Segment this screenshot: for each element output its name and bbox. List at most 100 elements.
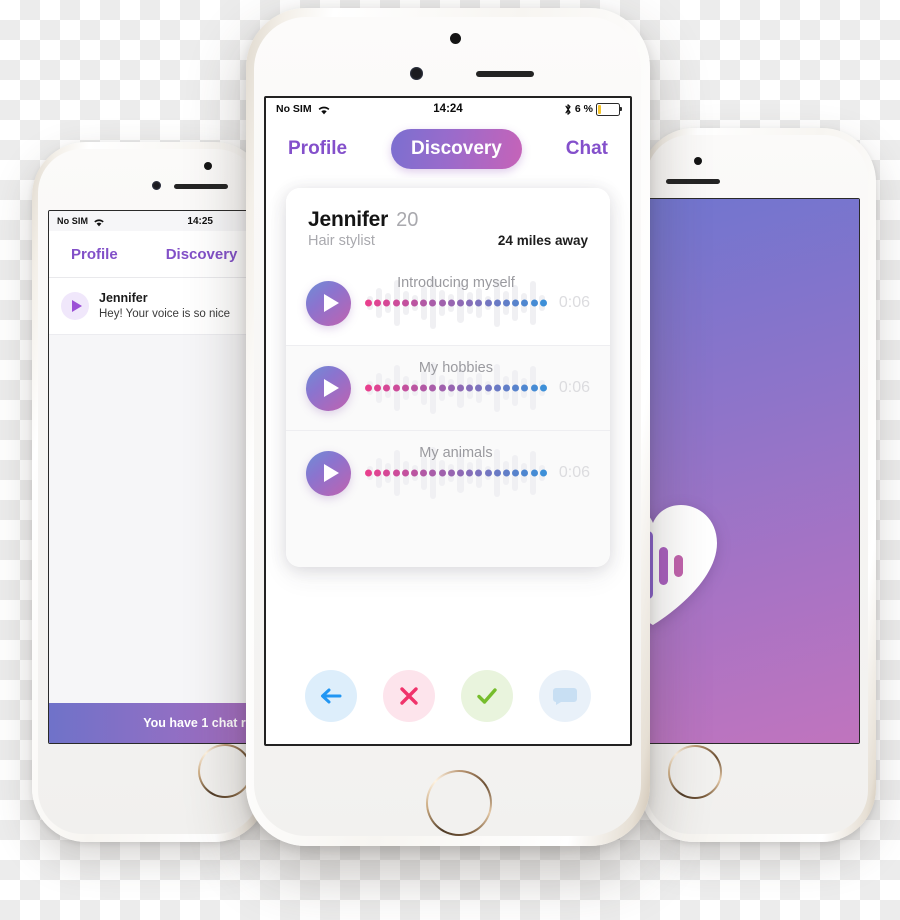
left-phone-home-button[interactable] <box>198 744 252 798</box>
right-phone-screen <box>640 198 860 744</box>
center-phone-speaker-grille <box>476 71 534 77</box>
audio-track-row[interactable]: My animals 0:06 <box>286 431 610 515</box>
reject-button[interactable] <box>383 670 435 722</box>
waveform-dot <box>512 469 520 477</box>
waveform-dot <box>447 384 455 392</box>
waveform-dot <box>493 299 501 307</box>
left-chat-message: Hey! Your voice is so nice <box>99 307 231 320</box>
left-tab-discovery[interactable]: Discovery <box>166 246 238 263</box>
waveform-dot <box>539 469 547 477</box>
waveform-3[interactable]: My animals <box>365 445 547 501</box>
waveform-dots <box>365 299 547 307</box>
card-footer-space <box>286 515 610 567</box>
waveform-dot <box>466 384 474 392</box>
center-phone-home-button[interactable] <box>426 770 492 836</box>
waveform-dot <box>521 384 529 392</box>
battery-percent-label: 6 % <box>574 103 593 115</box>
waveform-2[interactable]: My hobbies <box>365 360 547 416</box>
waveform-dot <box>530 469 538 477</box>
left-phone-camera-icon <box>152 181 161 190</box>
waveform-dot <box>401 299 409 307</box>
profile-age: 20 <box>396 209 419 231</box>
track-duration: 0:06 <box>558 379 590 396</box>
right-phone <box>640 128 876 842</box>
track-label: Introducing myself <box>397 275 515 291</box>
waveform-dots <box>365 469 547 477</box>
waveform-dot <box>457 299 465 307</box>
bluetooth-icon <box>564 103 572 116</box>
audio-track-row[interactable]: My hobbies 0:06 <box>286 346 610 430</box>
arrow-left-icon <box>319 686 343 706</box>
discovery-screen: No SIM 14:24 6 % Profile Discovery Chat … <box>266 98 630 744</box>
waveform-dot <box>447 299 455 307</box>
left-phone: No SIM 14:25 Profile Discovery Jennifer … <box>32 142 268 842</box>
left-tab-profile[interactable]: Profile <box>71 246 118 263</box>
waveform-dot <box>429 384 437 392</box>
left-chat-screen: No SIM 14:25 Profile Discovery Jennifer … <box>49 211 267 743</box>
waveform-dot <box>438 299 446 307</box>
tab-chat[interactable]: Chat <box>562 132 612 166</box>
waveform-dot <box>383 384 391 392</box>
waveform-dot <box>447 469 455 477</box>
waveform-dot <box>521 299 529 307</box>
waveform-dot <box>466 299 474 307</box>
like-button[interactable] <box>461 670 513 722</box>
tab-profile[interactable]: Profile <box>284 132 351 166</box>
center-status-bar: No SIM 14:24 6 % <box>266 98 630 120</box>
left-phone-proximity-sensor <box>204 162 212 170</box>
right-splash-background <box>641 199 859 743</box>
waveform-dot <box>484 299 492 307</box>
center-phone-proximity-sensor <box>450 33 461 44</box>
waveform-dot <box>503 299 511 307</box>
right-phone-home-button[interactable] <box>668 745 722 799</box>
close-x-icon <box>398 685 420 707</box>
tab-discovery[interactable]: Discovery <box>391 129 522 169</box>
left-chat-request-banner[interactable]: You have 1 chat re <box>49 703 267 743</box>
left-tab-bar: Profile Discovery <box>49 231 267 278</box>
right-phone-proximity-sensor <box>694 157 702 165</box>
action-button-bar <box>266 648 630 744</box>
waveform-dot <box>374 469 382 477</box>
discovery-content: Jennifer 20 Hair stylist 24 miles away I… <box>266 178 630 744</box>
audio-track-row[interactable]: Introducing myself 0:06 <box>286 261 610 345</box>
rewind-button[interactable] <box>305 670 357 722</box>
waveform-dot <box>493 469 501 477</box>
profile-name: Jennifer <box>308 208 389 231</box>
play-icon[interactable] <box>306 280 351 326</box>
waveform-dot <box>365 469 372 477</box>
waveform-dot <box>429 299 437 307</box>
center-status-right: 6 % <box>564 102 623 116</box>
message-button[interactable] <box>539 670 591 722</box>
waveform-dot <box>392 299 400 307</box>
waveform-1[interactable]: Introducing myself <box>365 275 547 331</box>
profile-occupation: Hair stylist <box>308 233 375 249</box>
play-icon[interactable] <box>306 450 351 496</box>
chat-bubble-icon <box>552 686 578 706</box>
play-icon[interactable] <box>61 292 89 321</box>
waveform-dot <box>411 469 419 477</box>
profile-card: Jennifer 20 Hair stylist 24 miles away I… <box>286 188 610 567</box>
waveform-dot <box>475 384 483 392</box>
profile-distance: 24 miles away <box>497 233 588 248</box>
check-icon <box>475 685 499 707</box>
scene: No SIM 14:25 Profile Discovery Jennifer … <box>0 0 900 920</box>
waveform-dot <box>457 469 465 477</box>
left-chat-list-item[interactable]: Jennifer Hey! Your voice is so nice <box>49 278 267 336</box>
waveform-dot <box>521 469 529 477</box>
waveform-dot <box>512 384 520 392</box>
waveform-dot <box>420 384 428 392</box>
track-label: My animals <box>419 445 493 461</box>
waveform-dots <box>365 384 547 392</box>
waveform-dot <box>475 299 483 307</box>
waveform-dot <box>401 469 409 477</box>
left-phone-speaker-grille <box>174 184 228 189</box>
waveform-dot <box>401 384 409 392</box>
center-tab-bar: Profile Discovery Chat <box>266 120 630 178</box>
left-phone-screen: No SIM 14:25 Profile Discovery Jennifer … <box>48 210 268 744</box>
waveform-dot <box>475 469 483 477</box>
heart-waveform-logo <box>641 499 723 631</box>
waveform-dot <box>530 299 538 307</box>
center-phone-screen: No SIM 14:24 6 % Profile Discovery Chat … <box>264 96 632 746</box>
track-duration: 0:06 <box>558 294 590 311</box>
play-icon[interactable] <box>306 365 351 411</box>
